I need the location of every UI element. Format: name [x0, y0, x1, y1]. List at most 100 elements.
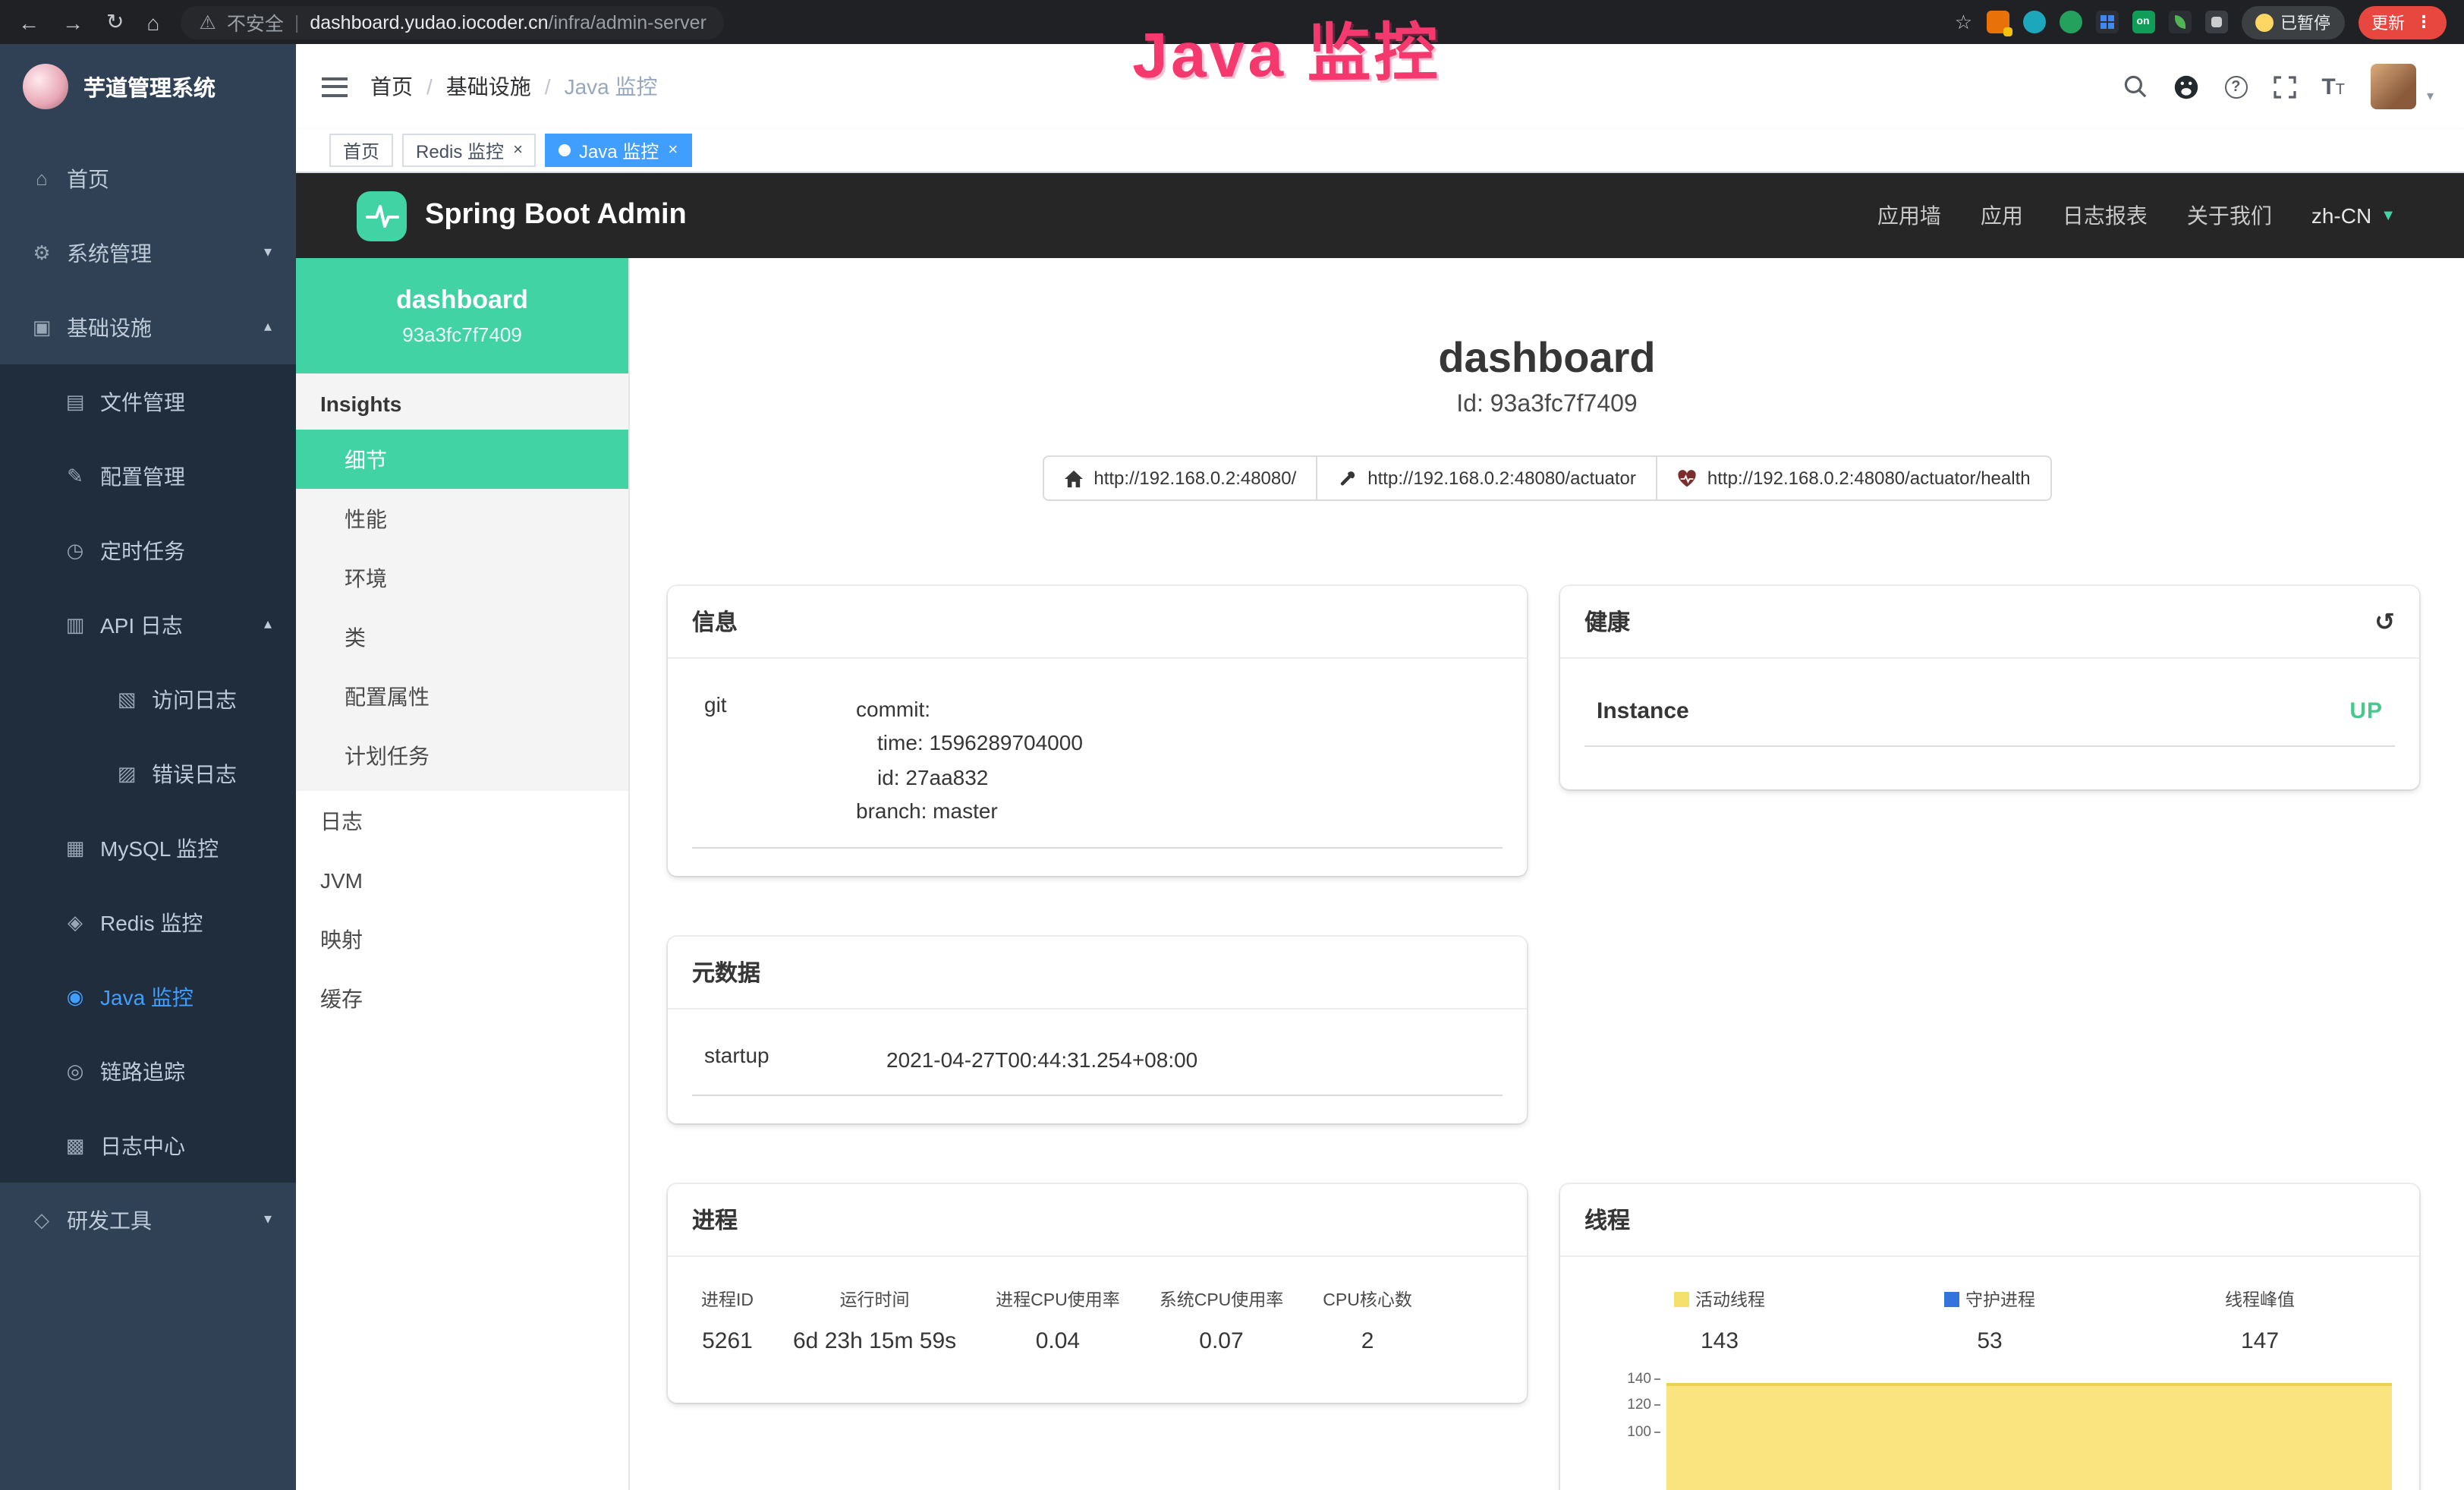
sidebar-item-mysql-monitor[interactable]: ▦MySQL 监控: [0, 811, 296, 885]
process-col-cpus: CPU核心数 2: [1323, 1287, 1412, 1354]
actuator-url-button[interactable]: http://192.168.0.2:48080/actuator: [1316, 455, 1657, 501]
sidebar-item-access-logs[interactable]: ▧访问日志: [0, 662, 296, 736]
tab-home[interactable]: 首页: [329, 134, 393, 167]
tab-redis-monitor[interactable]: Redis 监控×: [402, 134, 537, 167]
instance-header[interactable]: dashboard 93a3fc7f7409: [296, 258, 628, 373]
tools-icon: ◇: [30, 1208, 53, 1232]
extension-icon-teal[interactable]: [2022, 11, 2045, 33]
header-actions: ? TT ▾: [2123, 64, 2434, 109]
sba-brand[interactable]: Spring Boot Admin: [357, 191, 687, 241]
sidebar-item-config-management[interactable]: ✎配置管理: [0, 439, 296, 513]
close-icon[interactable]: ×: [513, 141, 523, 159]
legend-live-threads: 活动线程 143: [1584, 1287, 1855, 1354]
daemon-threads-swatch: [1944, 1292, 1959, 1307]
page-title: dashboard: [630, 334, 2464, 383]
health-card: 健康 ↺ Instance UP: [1560, 586, 2419, 789]
breadcrumb-separator: /: [426, 74, 433, 99]
sidebar-item-error-logs[interactable]: ▨错误日志: [0, 736, 296, 811]
process-col-system-cpu: 系统CPU使用率 0.07: [1160, 1287, 1284, 1354]
reload-button[interactable]: ↻: [106, 9, 124, 35]
back-button[interactable]: ←: [18, 10, 39, 34]
extension-icon-green[interactable]: [2059, 11, 2082, 33]
history-icon[interactable]: ↺: [2374, 606, 2395, 637]
health-url-button[interactable]: http://192.168.0.2:48080/actuator/health: [1656, 455, 2052, 501]
sidebar-item-dev-tools[interactable]: ◇研发工具▾: [0, 1183, 296, 1257]
sidebar-item-system-management[interactable]: ⚙系统管理▾: [0, 216, 296, 290]
sidebar-item-file-management[interactable]: ▤文件管理: [0, 364, 296, 439]
info-card: 信息 git commit: time: 1596289704000 id: 2…: [668, 586, 1527, 875]
font-size-icon[interactable]: TT: [2321, 74, 2345, 99]
github-icon[interactable]: [2173, 74, 2198, 99]
instance-menu-config-props[interactable]: 配置属性: [296, 666, 628, 726]
breadcrumb-infrastructure[interactable]: 基础设施: [446, 71, 531, 102]
sba-link-journal[interactable]: 日志报表: [2063, 200, 2148, 231]
security-label[interactable]: 不安全: [227, 8, 284, 36]
instance-menu-metrics[interactable]: 性能: [296, 489, 628, 548]
app-sidebar: 芋道管理系统 ⌂首页 ⚙系统管理▾ ▣基础设施▴ ▤文件管理 ✎配置管理 ◷定时…: [0, 44, 296, 1490]
sidebar-item-redis-monitor[interactable]: ◈Redis 监控: [0, 885, 296, 959]
sidebar-item-infrastructure[interactable]: ▣基础设施▴: [0, 290, 296, 364]
language-select[interactable]: zh-CN ▼: [2311, 203, 2396, 228]
instance-menu-jvm[interactable]: JVM: [296, 850, 628, 909]
instance-menu-mappings[interactable]: 映射: [296, 909, 628, 969]
sidebar-item-home[interactable]: ⌂首页: [0, 141, 296, 216]
log-center-icon: ▩: [64, 1133, 87, 1158]
close-icon[interactable]: ×: [668, 141, 678, 159]
app-logo[interactable]: 芋道管理系统: [0, 44, 296, 129]
edit-icon: ✎: [64, 464, 87, 488]
sidebar-item-api-logs[interactable]: ▥API 日志▴: [0, 587, 296, 662]
instance-menu-classes[interactable]: 类: [296, 607, 628, 666]
paused-badge[interactable]: 已暂停: [2241, 5, 2344, 39]
extension-icon-on-switch[interactable]: on: [2132, 11, 2154, 33]
java-monitor-icon: ◉: [64, 984, 87, 1009]
fullscreen-icon[interactable]: [2273, 75, 2296, 98]
sba-link-wallboard[interactable]: 应用墙: [1877, 200, 1941, 231]
help-icon[interactable]: ?: [2224, 75, 2247, 98]
threads-chart: 140 120 100: [1584, 1378, 2395, 1490]
instance-id: 93a3fc7f7409: [402, 323, 522, 346]
insights-group-label: Insights: [296, 373, 628, 430]
hamburger-icon[interactable]: [322, 77, 348, 96]
sba-link-applications[interactable]: 应用: [1981, 200, 2023, 231]
chevron-up-icon: ▴: [264, 319, 272, 335]
instance-menu-caches[interactable]: 缓存: [296, 969, 628, 1028]
gear-icon: ⚙: [30, 241, 53, 265]
sidebar-item-scheduled-jobs[interactable]: ◷定时任务: [0, 513, 296, 587]
update-button[interactable]: 更新 ⋮: [2358, 5, 2446, 39]
extension-icon-sprout[interactable]: [2168, 11, 2191, 33]
extension-icon-fox[interactable]: [1986, 11, 2009, 33]
chevron-up-icon: ▴: [264, 616, 272, 633]
sidebar-item-log-center[interactable]: ▩日志中心: [0, 1108, 296, 1183]
instance-menu-logs[interactable]: 日志: [296, 791, 628, 850]
browser-menu-icon[interactable]: ⋮: [2415, 12, 2432, 32]
instance-url-button[interactable]: http://192.168.0.2:48080/: [1042, 455, 1317, 501]
avatar-caret-icon[interactable]: ▾: [2427, 88, 2434, 109]
sba-link-about[interactable]: 关于我们: [2187, 200, 2272, 231]
sba-brand-label: Spring Boot Admin: [425, 199, 687, 232]
forward-button[interactable]: →: [62, 10, 83, 34]
address-bar[interactable]: ⚠ 不安全 | dashboard.yudao.iocoder.cn/infra…: [181, 5, 725, 39]
breadcrumb-home[interactable]: 首页: [370, 71, 413, 102]
extension-icon-grid[interactable]: [2095, 11, 2118, 33]
sba-nav-links: 应用墙 应用 日志报表 关于我们 zh-CN ▼: [1877, 200, 2396, 231]
browser-home-button[interactable]: ⌂: [146, 10, 159, 34]
threads-card: 线程 活动线程 143 守护进程 53 线程峰值 147: [1560, 1184, 2419, 1490]
threads-legend: 活动线程 143 守护进程 53 线程峰值 147: [1584, 1269, 2395, 1354]
info-value: commit: time: 1596289704000 id: 27aa832 …: [856, 692, 1490, 828]
browser-toolbar-right: ☆ on 已暂停 更新 ⋮: [1955, 5, 2446, 39]
sidebar-item-tracing[interactable]: ◎链路追踪: [0, 1034, 296, 1108]
home-icon: ⌂: [30, 167, 53, 190]
instance-menu-environment[interactable]: 环境: [296, 548, 628, 607]
extension-icon-plug[interactable]: [2204, 11, 2227, 33]
instance-links: http://192.168.0.2:48080/ http://192.168…: [630, 455, 2464, 501]
sidebar-item-java-monitor[interactable]: ◉Java 监控: [0, 959, 296, 1034]
instance-menu-scheduled-tasks[interactable]: 计划任务: [296, 726, 628, 785]
breadcrumb: 首页 / 基础设施 / Java 监控: [370, 71, 658, 102]
legend-daemon-threads: 守护进程 53: [1855, 1287, 2125, 1354]
tab-java-monitor[interactable]: Java 监控×: [546, 134, 691, 167]
instance-menu-details[interactable]: 细节: [296, 430, 628, 489]
bookmark-star-icon[interactable]: ☆: [1955, 10, 1972, 34]
user-avatar[interactable]: [2371, 64, 2416, 109]
process-col-process-cpu: 进程CPU使用率 0.04: [996, 1287, 1120, 1354]
search-icon[interactable]: [2123, 74, 2147, 99]
